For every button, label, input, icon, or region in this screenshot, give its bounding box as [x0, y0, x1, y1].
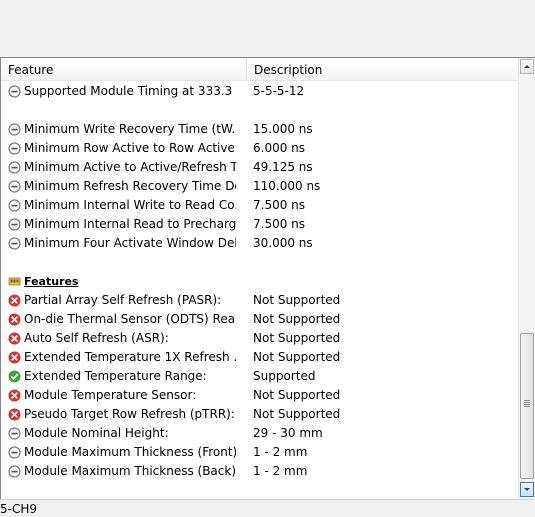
error-x-icon — [8, 294, 21, 307]
feature-value: 49.125 ns — [253, 160, 313, 174]
list-header: Feature Description — [1, 58, 518, 81]
list-item[interactable]: Minimum Internal Read to Precharg... 7.50… — [1, 215, 518, 234]
feature-value: 15.000 ns — [253, 122, 313, 136]
list-item[interactable]: Pseudo Target Row Refresh (pTRR): Not Sup… — [1, 405, 518, 424]
list-item[interactable]: Module Maximum Thickness (Back): 1 - 2 mm — [1, 462, 518, 481]
feature-label: Module Temperature Sensor: — [24, 388, 197, 402]
list-item[interactable]: Partial Array Self Refresh (PASR): Not Su… — [1, 291, 518, 310]
error-x-icon — [8, 351, 21, 364]
spacer-row — [1, 253, 518, 272]
feature-value: 7.500 ns — [253, 198, 306, 212]
feature-value: Not Supported — [253, 312, 341, 326]
info-circle-icon — [8, 427, 21, 440]
list-item[interactable]: Module Temperature Sensor: Not Supported — [1, 386, 518, 405]
feature-label: Supported Module Timing at 333.3 ... — [24, 84, 236, 98]
feature-label: Extended Temperature 1X Refresh ... — [24, 350, 236, 364]
column-header-feature[interactable]: Feature — [1, 58, 247, 80]
info-circle-icon — [8, 199, 21, 212]
thumb-grip — [524, 404, 530, 405]
feature-value: Not Supported — [253, 350, 341, 364]
feature-value: Supported — [253, 369, 316, 383]
spacer-row — [1, 101, 518, 120]
error-x-icon — [8, 313, 21, 326]
arrow-down-icon — [524, 488, 530, 491]
feature-value: Not Supported — [253, 293, 341, 307]
section-title: Features — [24, 275, 79, 288]
list-item[interactable]: Minimum Active to Active/Refresh T... 49.… — [1, 158, 518, 177]
error-x-icon — [8, 332, 21, 345]
scroll-thumb[interactable] — [520, 333, 534, 479]
feature-label: Module Nominal Height: — [24, 426, 169, 440]
list-item[interactable]: Module Nominal Height: 29 - 30 mm — [1, 424, 518, 443]
arrow-up-icon — [524, 65, 530, 68]
list-item[interactable]: Minimum Write Recovery Time (tW... 15.000… — [1, 120, 518, 139]
info-circle-icon — [8, 161, 21, 174]
info-circle-icon — [8, 218, 21, 231]
info-circle-icon — [8, 142, 21, 155]
info-circle-icon — [8, 237, 21, 250]
check-ok-icon — [8, 370, 21, 383]
thumb-grip — [524, 406, 530, 407]
feature-label: Auto Self Refresh (ASR): — [24, 331, 169, 345]
thumb-grip — [524, 402, 530, 403]
feature-label: Minimum Refresh Recovery Time De... — [24, 179, 236, 193]
feature-value: 29 - 30 mm — [253, 426, 323, 440]
feature-list[interactable]: Feature Description Supported Module Tim… — [0, 57, 535, 500]
status-bar: 5-CH9 — [0, 499, 535, 517]
feature-value: 6.000 ns — [253, 141, 306, 155]
status-text: 5-CH9 — [0, 502, 38, 516]
list-item[interactable]: Minimum Row Active to Row Active... 6.000… — [1, 139, 518, 158]
list-item[interactable]: Supported Module Timing at 333.3 ... 5-5-… — [1, 82, 518, 101]
feature-label: Partial Array Self Refresh (PASR): — [24, 293, 222, 307]
feature-value: 7.500 ns — [253, 217, 306, 231]
feature-label: Minimum Internal Write to Read Co... — [24, 198, 236, 212]
feature-value: 110.000 ns — [253, 179, 321, 193]
feature-label: Minimum Write Recovery Time (tW... — [24, 122, 236, 136]
list-item[interactable]: Minimum Internal Write to Read Co... 7.50… — [1, 196, 518, 215]
feature-value: 1 - 2 mm — [253, 445, 308, 459]
feature-value: 30.000 ns — [253, 236, 313, 250]
list-item[interactable]: On-die Thermal Sensor (ODTS) Rea... Not S… — [1, 310, 518, 329]
feature-value: 1 - 2 mm — [253, 464, 308, 478]
feature-value: Not Supported — [253, 388, 341, 402]
list-item[interactable]: Auto Self Refresh (ASR): Not Supported — [1, 329, 518, 348]
info-circle-icon — [8, 446, 21, 459]
vertical-scrollbar[interactable] — [518, 58, 535, 499]
list-item[interactable]: Extended Temperature 1X Refresh ... Not S… — [1, 348, 518, 367]
feature-label: Minimum Internal Read to Precharg... — [24, 217, 236, 231]
scroll-down-button[interactable] — [520, 482, 534, 497]
thumb-grip — [524, 400, 530, 401]
scroll-up-button[interactable] — [520, 59, 534, 74]
list-item[interactable]: Minimum Refresh Recovery Time De... 110.0… — [1, 177, 518, 196]
column-header-description[interactable]: Description — [247, 58, 518, 80]
info-circle-icon — [8, 123, 21, 136]
feature-label: Module Maximum Thickness (Front): — [24, 445, 236, 459]
feature-value: Not Supported — [253, 331, 341, 345]
feature-label: Module Maximum Thickness (Back): — [24, 464, 236, 478]
info-circle-icon — [8, 180, 21, 193]
list-item[interactable]: Module Maximum Thickness (Front): 1 - 2 m… — [1, 443, 518, 462]
toolbar-area — [0, 0, 535, 57]
section-header[interactable]: Features — [1, 272, 518, 291]
feature-value: 5-5-5-12 — [253, 84, 305, 98]
memory-module-icon — [8, 275, 21, 288]
feature-label: Pseudo Target Row Refresh (pTRR): — [24, 407, 235, 421]
feature-label: Minimum Four Activate Window Del... — [24, 236, 236, 250]
feature-label: Minimum Active to Active/Refresh T... — [24, 160, 236, 174]
feature-label: Minimum Row Active to Row Active... — [24, 141, 236, 155]
error-x-icon — [8, 389, 21, 402]
feature-label: Extended Temperature Range: — [24, 369, 207, 383]
info-circle-icon — [8, 465, 21, 478]
list-item[interactable]: Extended Temperature Range: Supported — [1, 367, 518, 386]
feature-label: On-die Thermal Sensor (ODTS) Rea... — [24, 312, 236, 326]
list-item[interactable]: Minimum Four Activate Window Del... 30.00… — [1, 234, 518, 253]
info-circle-icon — [8, 85, 21, 98]
error-x-icon — [8, 408, 21, 421]
feature-value: Not Supported — [253, 407, 341, 421]
